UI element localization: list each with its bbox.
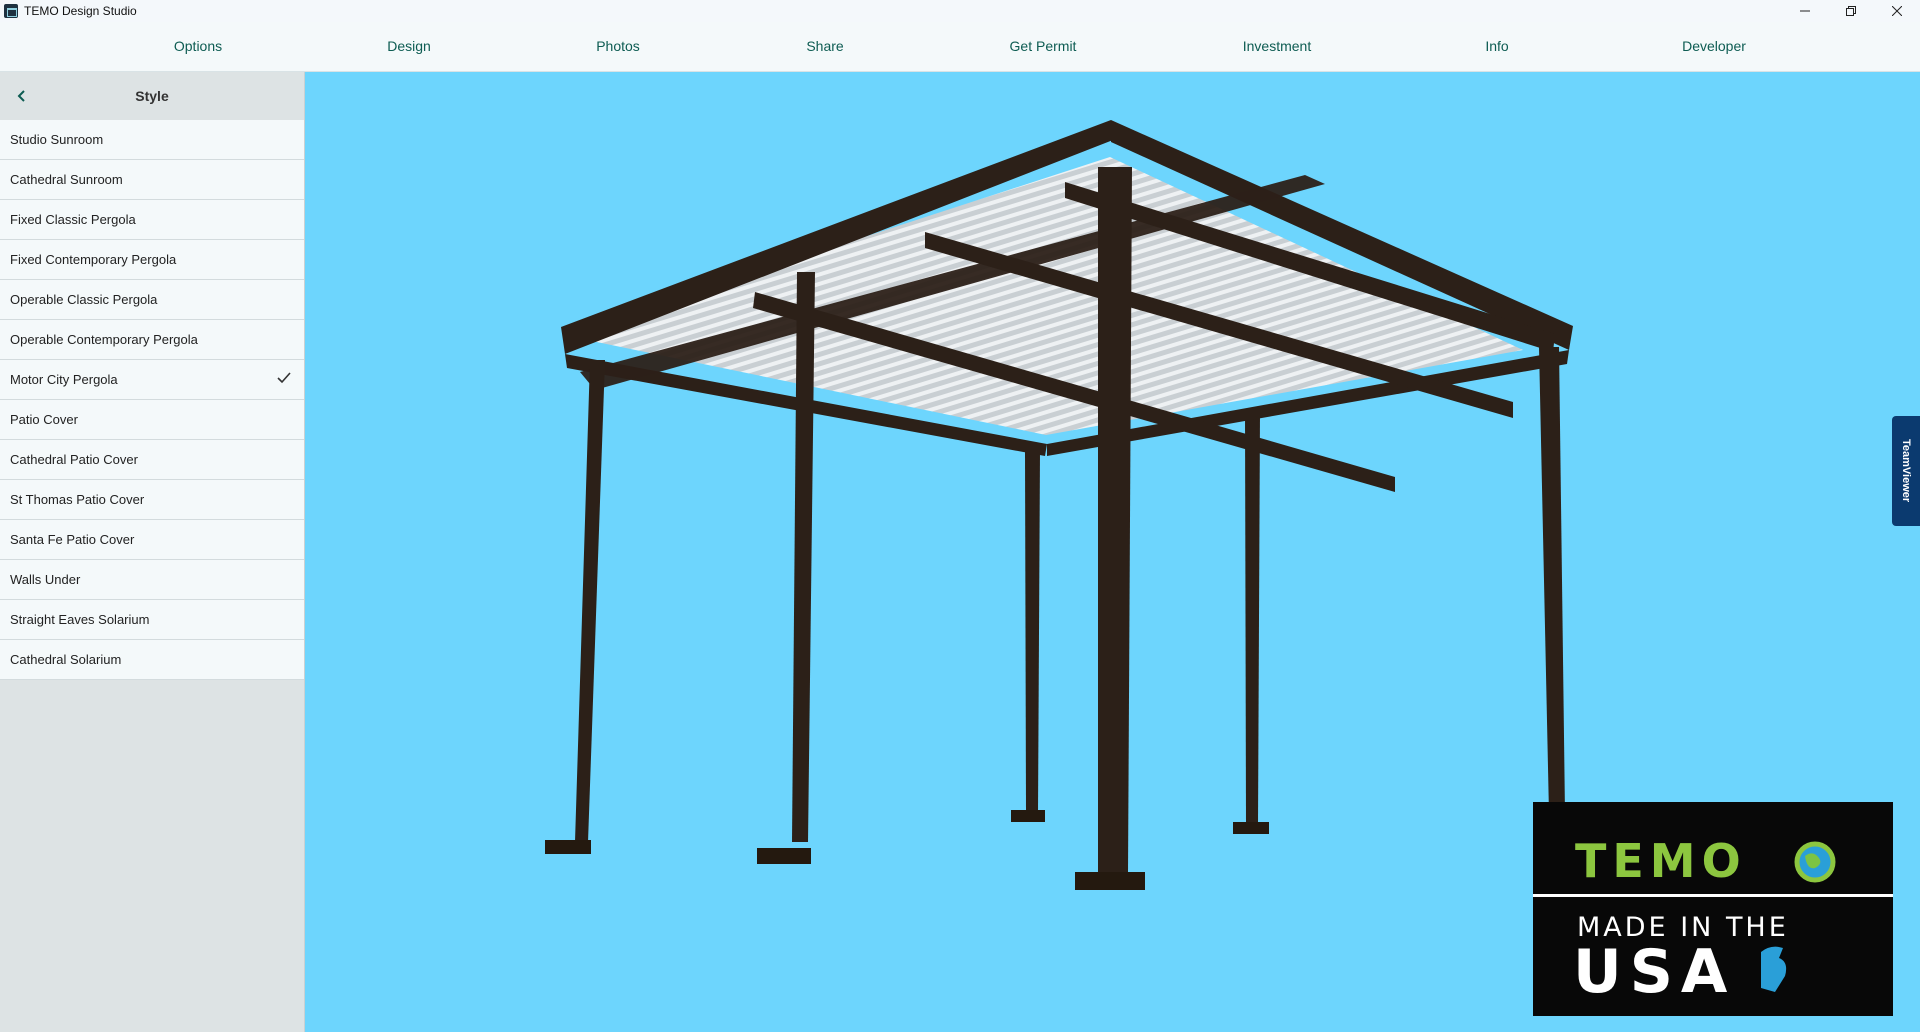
minimize-button[interactable] [1782,0,1828,22]
style-item-operable-classic-pergola[interactable]: Operable Classic Pergola [0,280,304,320]
style-item-operable-contemporary-pergola[interactable]: Operable Contemporary Pergola [0,320,304,360]
chevron-left-icon [17,90,25,102]
michigan-shape-icon [1761,946,1787,992]
back-button[interactable] [10,84,34,108]
style-item-fixed-contemporary-pergola[interactable]: Fixed Contemporary Pergola [0,240,304,280]
window-controls [1782,0,1920,22]
post-back-middle [1025,452,1040,812]
style-item-label: Fixed Contemporary Pergola [10,252,177,267]
post-front-right [1539,347,1565,814]
restore-icon [1846,6,1856,16]
close-icon [1892,6,1902,16]
style-item-label: Motor City Pergola [10,372,118,387]
teamviewer-label: TeamViewer [1900,439,1912,503]
logo-graphic: TEMO MADE IN THE USA [1533,834,1893,1007]
style-item-cathedral-patio-cover[interactable]: Cathedral Patio Cover [0,440,304,480]
post-base [1233,822,1269,834]
style-item-label: Operable Contemporary Pergola [10,332,198,347]
nav-info[interactable]: Info [1485,22,1508,71]
style-item-label: Studio Sunroom [10,132,104,147]
top-nav: Options Design Photos Share Get Permit I… [0,22,1920,72]
style-list: Studio Sunroom Cathedral Sunroom Fixed C… [0,120,304,680]
style-item-label: Walls Under [10,572,81,587]
logo-brand: TEMO [1575,834,1747,888]
style-item-label: Patio Cover [10,412,78,427]
style-item-label: Fixed Classic Pergola [10,212,136,227]
nav-investment[interactable]: Investment [1243,22,1311,71]
post-base [1011,810,1045,822]
temo-logo: TEMO MADE IN THE USA [1533,802,1893,1016]
teamviewer-tab[interactable]: TeamViewer [1892,416,1920,526]
3d-viewport[interactable]: TeamViewer TEMO MADE IN THE USA [305,72,1920,1032]
style-item-patio-cover[interactable]: Patio Cover [0,400,304,440]
nav-share[interactable]: Share [806,22,843,71]
style-item-santa-fe-patio-cover[interactable]: Santa Fe Patio Cover [0,520,304,560]
style-item-walls-under[interactable]: Walls Under [0,560,304,600]
close-button[interactable] [1874,0,1920,22]
nav-options[interactable]: Options [174,22,222,71]
post-base [545,840,591,854]
style-item-fixed-classic-pergola[interactable]: Fixed Classic Pergola [0,200,304,240]
post-base [757,848,811,864]
style-item-st-thomas-patio-cover[interactable]: St Thomas Patio Cover [0,480,304,520]
style-item-cathedral-solarium[interactable]: Cathedral Solarium [0,640,304,680]
logo-line2: USA [1573,937,1735,1007]
style-item-label: Straight Eaves Solarium [10,612,150,627]
post-back-right [1245,412,1260,824]
style-item-label: Cathedral Solarium [10,652,122,667]
style-item-label: Cathedral Sunroom [10,172,123,187]
window-title: TEMO Design Studio [24,4,137,18]
style-item-label: Cathedral Patio Cover [10,452,138,467]
nav-get-permit[interactable]: Get Permit [1010,22,1077,71]
post-front-center [1098,167,1132,872]
restore-button[interactable] [1828,0,1874,22]
app-icon [4,4,18,18]
style-item-studio-sunroom[interactable]: Studio Sunroom [0,120,304,160]
style-item-label: Operable Classic Pergola [10,292,158,307]
style-item-label: St Thomas Patio Cover [10,492,145,507]
style-item-label: Santa Fe Patio Cover [10,532,135,547]
minimize-icon [1800,10,1810,12]
post-base [1075,872,1145,890]
nav-photos[interactable]: Photos [596,22,640,71]
style-item-straight-eaves-solarium[interactable]: Straight Eaves Solarium [0,600,304,640]
nav-developer[interactable]: Developer [1682,22,1746,71]
sidebar-header: Style [0,72,304,120]
style-sidebar: Style Studio Sunroom Cathedral Sunroom F… [0,72,305,1032]
style-item-motor-city-pergola[interactable]: Motor City Pergola [0,360,304,400]
title-bar: TEMO Design Studio [0,0,1920,22]
sidebar-title: Style [135,88,169,104]
nav-design[interactable]: Design [387,22,431,71]
post-front-left [575,360,605,842]
checkmark-icon [277,372,291,384]
style-item-cathedral-sunroom[interactable]: Cathedral Sunroom [0,160,304,200]
